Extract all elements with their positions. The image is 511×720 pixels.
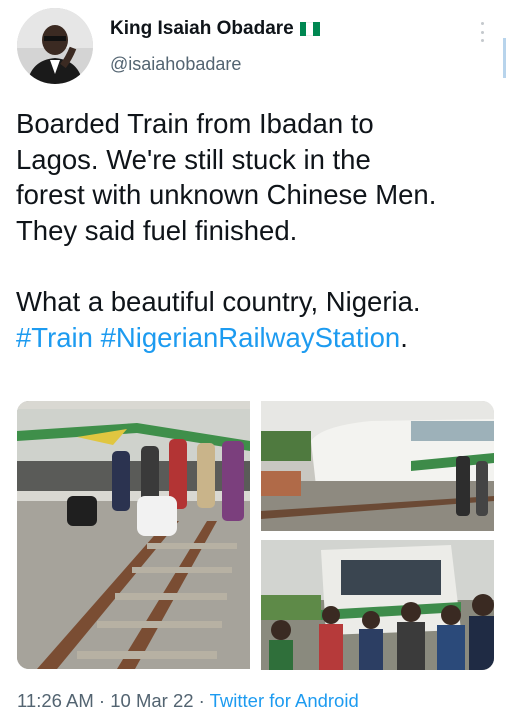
display-name: King Isaiah Obadare [110,18,294,39]
avatar[interactable] [17,8,93,84]
tweet-meta: 11:26 AM · 10 Mar 22 · Twitter for Andro… [17,690,359,712]
tweet-time[interactable]: 11:26 AM [17,690,94,711]
nigeria-flag-icon [299,22,320,36]
tweet-paragraph-1: Boarded Train from Ibadan to Lagos. We'r… [16,108,437,246]
photo-derailed-train-car-icon [261,401,494,531]
trailing-punctuation: . [400,321,408,353]
tweet-paragraph-2-text: What a beautiful country, Nigeria. [16,285,421,317]
tweet-paragraph-2: What a beautiful country, Nigeria. #Train… [16,284,504,355]
photo-crowd-by-train-front-icon [261,540,494,670]
hashtag-train[interactable]: #Train [16,322,93,353]
author-name[interactable]: King Isaiah Obadare [110,18,320,40]
scroll-indicator [503,38,506,78]
hashtag-nigerian-railway-station[interactable]: #NigerianRailwayStation [101,322,401,353]
author-handle[interactable]: @isaiahobadare [110,54,241,75]
tweet-date[interactable]: 10 Mar 22 [110,690,193,711]
media-photo-3[interactable] [261,540,494,670]
profile-photo-icon [17,8,93,84]
meta-separator: · [93,690,111,711]
photo-people-on-railway-tracks-icon [17,401,250,669]
media-photo-1[interactable] [17,401,250,669]
meta-separator-2: · [193,690,210,711]
more-options-icon[interactable] [475,22,489,42]
tweet-text: Boarded Train from Ibadan to Lagos. We'r… [16,106,504,355]
tweet-source-link[interactable]: Twitter for Android [210,690,359,711]
media-photo-2[interactable] [261,401,494,531]
